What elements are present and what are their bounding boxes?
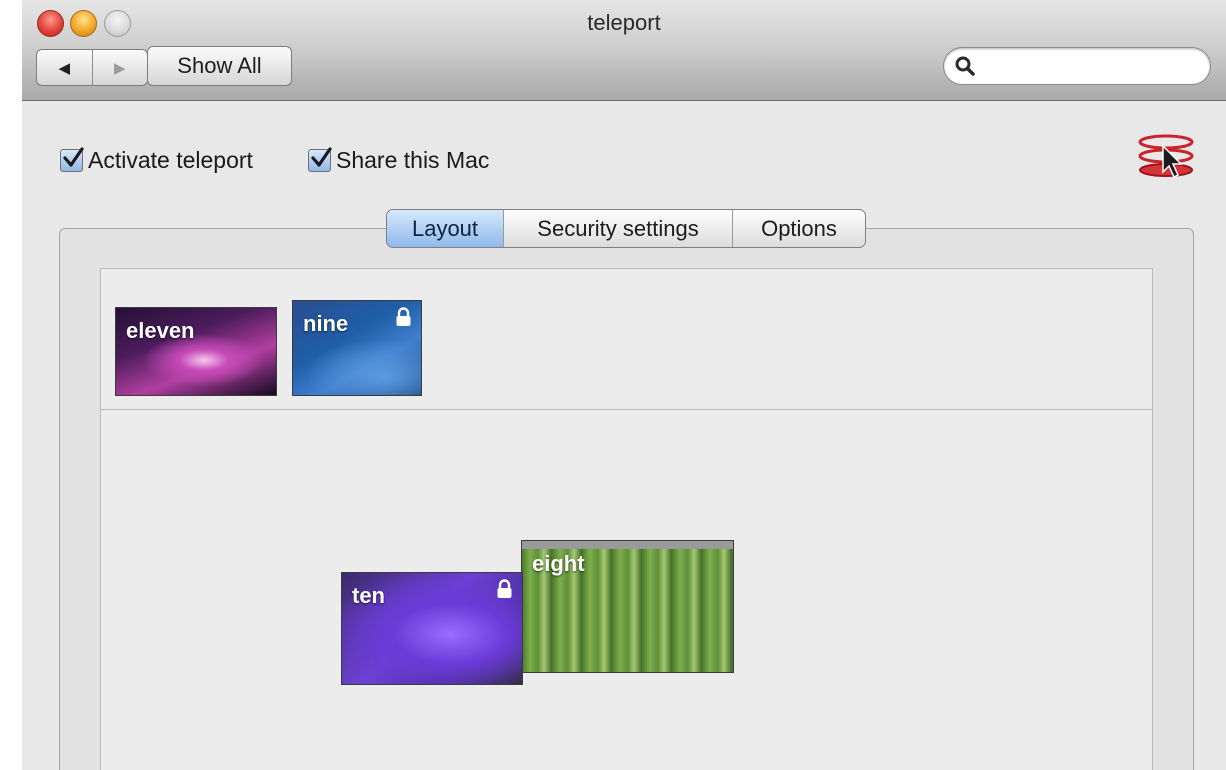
screen-nine-label: nine <box>303 311 349 336</box>
activate-teleport-label: Activate teleport <box>88 147 253 173</box>
tab-security-settings[interactable]: Security settings <box>504 210 733 247</box>
teleport-preferences-window: teleport ◀ ▶ Show All Activate teleport <box>22 0 1226 770</box>
title-toolbar: teleport ◀ ▶ Show All <box>22 0 1226 101</box>
screen-eight-label: eight <box>532 551 585 576</box>
back-button[interactable]: ◀ <box>37 50 93 85</box>
screen-eleven[interactable]: eleven <box>115 307 277 396</box>
lock-icon <box>497 579 512 598</box>
tab-options[interactable]: Options <box>733 210 865 247</box>
window-title: teleport <box>587 10 661 35</box>
screen-ten[interactable]: ten <box>341 572 523 685</box>
screen-eight[interactable]: eight <box>521 540 734 673</box>
tab-layout[interactable]: Layout <box>387 210 504 247</box>
back-forward-control: ◀ ▶ <box>36 49 148 86</box>
search-icon <box>955 56 975 76</box>
screen-eight-menubar <box>522 541 733 549</box>
screen-eleven-label: eleven <box>126 318 195 343</box>
search-field[interactable] <box>943 47 1211 85</box>
search-input[interactable] <box>980 54 1204 80</box>
activate-teleport-checkbox[interactable]: Activate teleport <box>60 147 253 174</box>
tab-bar: Layout Security settings Options <box>386 209 866 248</box>
activate-checkbox-box[interactable] <box>60 147 84 172</box>
forward-button[interactable]: ▶ <box>93 50 148 85</box>
lock-icon <box>396 307 411 326</box>
share-checkbox-box[interactable] <box>308 147 332 172</box>
screen-nine[interactable]: nine <box>292 300 422 396</box>
checkmark-icon <box>63 147 84 167</box>
share-this-mac-label: Share this Mac <box>336 147 490 173</box>
checkmark-icon <box>311 147 332 167</box>
show-all-button[interactable]: Show All <box>147 46 292 86</box>
teleport-status-icon[interactable] <box>1133 132 1199 186</box>
share-this-mac-checkbox[interactable]: Share this Mac <box>308 147 489 174</box>
screen-ten-label: ten <box>352 583 385 608</box>
